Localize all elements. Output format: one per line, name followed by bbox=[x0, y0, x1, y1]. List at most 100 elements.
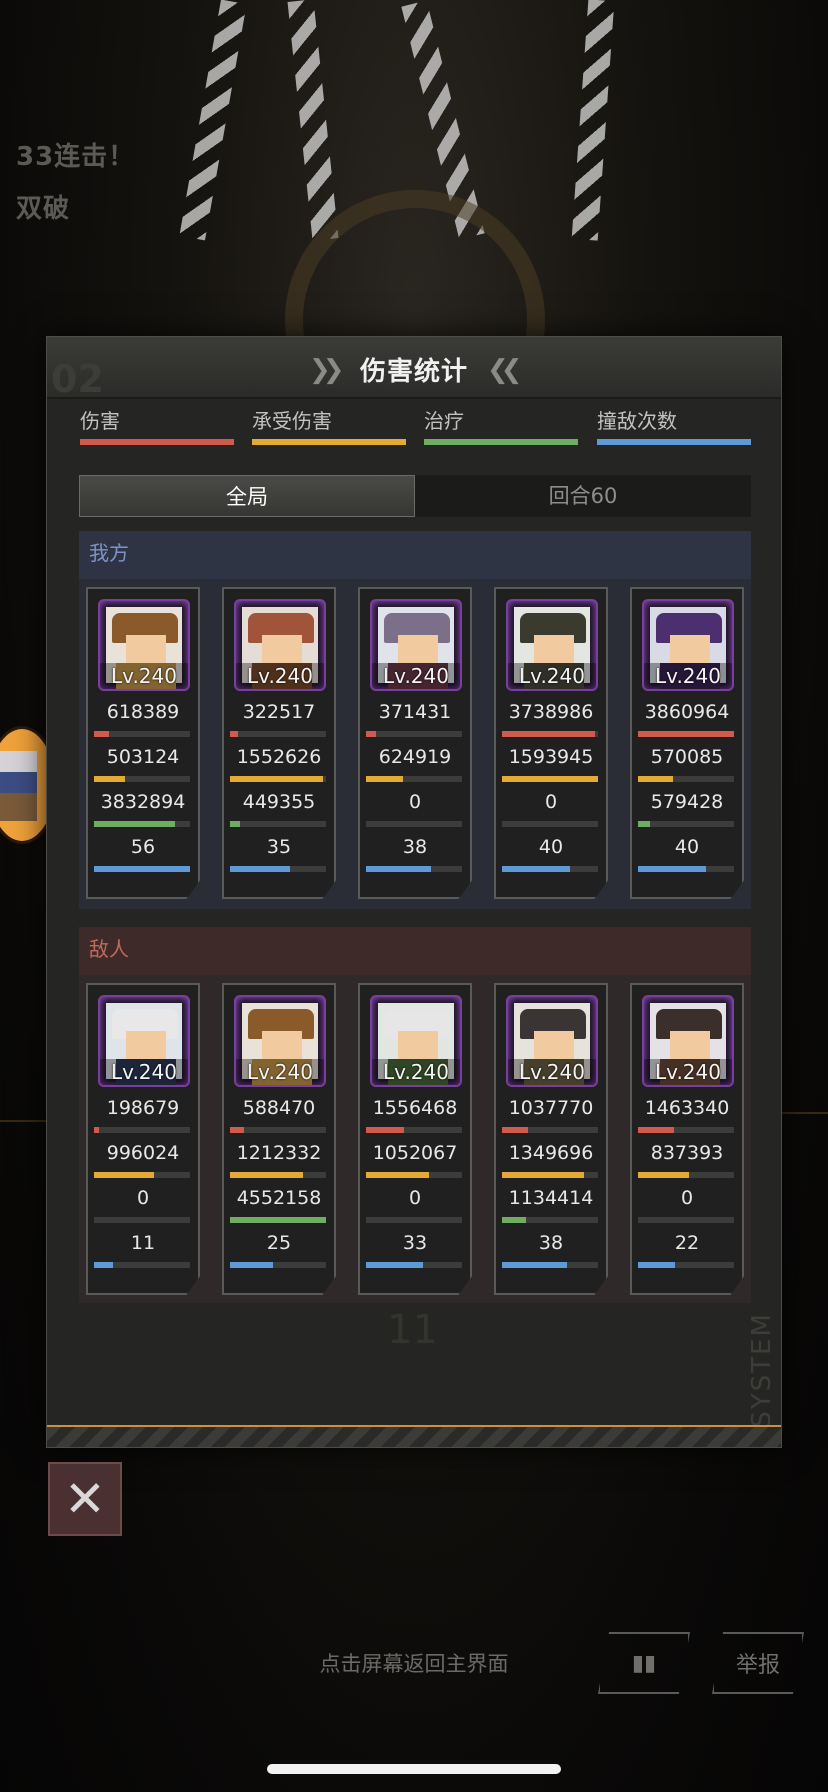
heal-bar-fill bbox=[230, 1217, 326, 1223]
hits-value: 38 bbox=[538, 1232, 564, 1254]
close-button[interactable]: ✕ bbox=[48, 1462, 122, 1536]
taken-bar-fill bbox=[366, 776, 403, 782]
hits-bar-fill bbox=[230, 1262, 273, 1268]
damage-value: 1037770 bbox=[508, 1097, 594, 1119]
damage-value: 3738986 bbox=[508, 701, 594, 723]
ally-card[interactable]: Lv.240 371431 624919 0 38 bbox=[358, 587, 472, 899]
ally-card[interactable]: Lv.240 3738986 1593945 0 40 bbox=[494, 587, 608, 899]
panel-footer-stripe bbox=[47, 1425, 781, 1447]
home-indicator[interactable] bbox=[267, 1764, 561, 1774]
hud-line bbox=[0, 1120, 46, 1122]
hits-bar-fill bbox=[502, 866, 570, 872]
ally-card[interactable]: Lv.240 3860964 570085 579428 40 bbox=[630, 587, 744, 899]
taken-bar-track bbox=[366, 1172, 462, 1178]
taken-value: 624919 bbox=[378, 746, 452, 768]
character-portrait: Lv.240 bbox=[234, 599, 326, 691]
hits-value: 35 bbox=[266, 836, 292, 858]
return-hint[interactable]: 点击屏幕返回主界面 bbox=[0, 1648, 828, 1678]
heal-bar-fill bbox=[502, 1217, 526, 1223]
taken-value: 570085 bbox=[650, 746, 724, 768]
portrait-face bbox=[126, 635, 166, 665]
taken-bar-track bbox=[502, 1172, 598, 1178]
damage-bar-fill bbox=[502, 731, 595, 737]
enemy-card[interactable]: Lv.240 588470 1212332 4552158 25 bbox=[222, 983, 336, 1295]
ghost-number: 11 bbox=[387, 1307, 438, 1353]
taken-bar-fill bbox=[230, 776, 323, 782]
taken-bar-fill bbox=[638, 1172, 689, 1178]
portrait-face bbox=[126, 1031, 166, 1061]
hits-bar-track bbox=[94, 866, 190, 872]
ally-card[interactable]: Lv.240 322517 1552626 449355 35 bbox=[222, 587, 336, 899]
damage-bar-track bbox=[366, 731, 462, 737]
combo-text: 33连击！ bbox=[16, 142, 136, 172]
legend-bar bbox=[252, 439, 406, 445]
taken-value: 837393 bbox=[650, 1142, 724, 1164]
hits-value: 22 bbox=[674, 1232, 700, 1254]
enemy-card[interactable]: Lv.240 198679 996024 0 11 bbox=[86, 983, 200, 1295]
taken-value: 996024 bbox=[106, 1142, 180, 1164]
hits-bar-fill bbox=[94, 1262, 113, 1268]
legend-label: 撞敌次数 bbox=[597, 409, 677, 433]
damage-value: 198679 bbox=[106, 1097, 180, 1119]
enemy-card[interactable]: Lv.240 1037770 1349696 1134414 38 bbox=[494, 983, 608, 1295]
taken-bar-track bbox=[230, 776, 326, 782]
tab-overall[interactable]: 全局 bbox=[79, 475, 415, 517]
level-label: Lv.240 bbox=[236, 1059, 324, 1085]
heal-value: 449355 bbox=[242, 791, 316, 813]
taken-bar-fill bbox=[502, 1172, 584, 1178]
system-label: SYSTEM bbox=[747, 1312, 777, 1428]
ally-card[interactable]: Lv.240 618389 503124 3832894 56 bbox=[86, 587, 200, 899]
character-portrait: Lv.240 bbox=[370, 995, 462, 1087]
character-portrait: Lv.240 bbox=[506, 599, 598, 691]
heal-bar-track bbox=[366, 1217, 462, 1223]
hits-value: 40 bbox=[674, 836, 700, 858]
heal-value: 579428 bbox=[650, 791, 724, 813]
hits-bar-fill bbox=[366, 866, 431, 872]
heal-value: 0 bbox=[136, 1187, 150, 1209]
side-character-sprite bbox=[0, 751, 37, 821]
damage-bar-fill bbox=[94, 731, 109, 737]
chevron-left-icon: ❮❮ bbox=[487, 355, 522, 385]
level-label: Lv.240 bbox=[236, 663, 324, 689]
portrait-face bbox=[398, 1031, 438, 1061]
hits-bar-track bbox=[230, 1262, 326, 1268]
character-portrait: Lv.240 bbox=[642, 599, 734, 691]
portrait-face bbox=[398, 635, 438, 665]
hits-bar-fill bbox=[366, 1262, 423, 1268]
damage-value: 1556468 bbox=[372, 1097, 458, 1119]
taken-bar-fill bbox=[502, 776, 598, 782]
taken-value: 1593945 bbox=[508, 746, 594, 768]
damage-bar-track bbox=[94, 1127, 190, 1133]
level-label: Lv.240 bbox=[644, 1059, 732, 1085]
portrait-face bbox=[262, 1031, 302, 1061]
taken-bar-track bbox=[366, 776, 462, 782]
legend-label: 承受伤害 bbox=[252, 409, 332, 433]
panel-header: 02 ❯❯ 伤害统计 ❮❮ bbox=[47, 337, 781, 401]
level-label: Lv.240 bbox=[372, 1059, 460, 1085]
portrait-face bbox=[534, 635, 574, 665]
hits-bar-track bbox=[366, 1262, 462, 1268]
stats-button[interactable]: ▮▮ bbox=[598, 1632, 690, 1694]
hits-value: 33 bbox=[402, 1232, 428, 1254]
legend-bar bbox=[597, 439, 751, 445]
legend-label: 治疗 bbox=[424, 409, 464, 433]
report-button[interactable]: 举报 bbox=[712, 1632, 804, 1694]
hits-bar-fill bbox=[638, 866, 706, 872]
taken-value: 1552626 bbox=[236, 746, 322, 768]
heal-bar-track bbox=[366, 821, 462, 827]
taken-bar-fill bbox=[94, 776, 125, 782]
break-text: 双破 bbox=[16, 194, 71, 224]
enemy-card[interactable]: Lv.240 1463340 837393 0 22 bbox=[630, 983, 744, 1295]
legend-bar bbox=[80, 439, 234, 445]
hits-bar-track bbox=[638, 866, 734, 872]
heal-value: 3832894 bbox=[100, 791, 186, 813]
damage-value: 1463340 bbox=[644, 1097, 730, 1119]
damage-bar-track bbox=[638, 731, 734, 737]
character-portrait: Lv.240 bbox=[370, 599, 462, 691]
taken-bar-fill bbox=[366, 1172, 429, 1178]
legend-label: 伤害 bbox=[80, 409, 120, 433]
damage-bar-fill bbox=[366, 1127, 404, 1133]
enemy-card[interactable]: Lv.240 1556468 1052067 0 33 bbox=[358, 983, 472, 1295]
damage-bar-track bbox=[230, 731, 326, 737]
tab-round[interactable]: 回合60 bbox=[415, 475, 751, 517]
